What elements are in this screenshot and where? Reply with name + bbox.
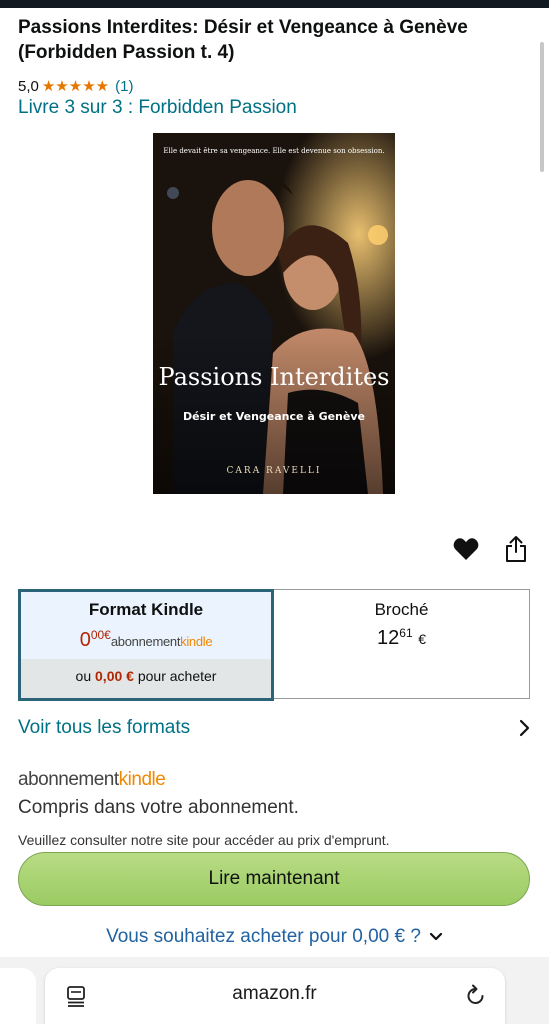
cover-author: CARA RAVELLI (226, 466, 322, 476)
book-cover-image[interactable]: Elle devait être sa vengeance. Elle est … (153, 133, 395, 494)
format-paperback-name: Broché (374, 600, 429, 619)
chevron-down-icon (429, 932, 442, 941)
cover-subtitle: Désir et Vengeance à Genève (183, 410, 365, 423)
see-all-formats-link[interactable]: Voir tous les formats (18, 715, 530, 741)
format-kindle-option[interactable]: Format Kindle 000€abonnementkindle ou 0,… (18, 589, 274, 701)
included-in-subscription-text: Compris dans votre abonnement. (18, 797, 299, 818)
buy-for-price-toggle[interactable]: Vous souhaitez acheter pour 0,00 € ? (0, 926, 549, 948)
star-rating-icon: ★★★★★ (41, 78, 110, 95)
format-selector: Format Kindle 000€abonnementkindle ou 0,… (18, 589, 530, 701)
cover-title: Passions Interdites (158, 363, 390, 391)
format-paperback-option[interactable]: Broché 1261 € (274, 590, 529, 698)
cover-tagline: Elle devait être sa vengeance. Elle est … (163, 147, 385, 155)
heart-icon[interactable] (453, 537, 479, 561)
kindle-unlimited-logo-large: abonnementkindle (18, 769, 166, 790)
borrow-price-notice: Veuillez consulter notre site pour accéd… (18, 832, 390, 848)
rating-row[interactable]: 5,0 ★★★★★ (1) (18, 76, 133, 96)
format-kindle-price: 000€abonnementkindle (79, 628, 213, 651)
reload-icon[interactable] (466, 984, 486, 1006)
rating-count-link[interactable]: (1) (115, 78, 133, 95)
format-paperback-price: 1261 € (377, 626, 426, 649)
product-title: Passions Interdites: Désir et Vengeance … (18, 17, 468, 63)
format-kindle-buy-price: ou 0,00 € pour acheter (21, 659, 271, 698)
rating-value: 5,0 (18, 77, 39, 95)
scrollbar[interactable] (540, 42, 544, 172)
series-link[interactable]: Livre 3 sur 3 : Forbidden Passion (18, 97, 297, 119)
see-all-formats-label: Voir tous les formats (18, 717, 191, 738)
cover-art (153, 133, 395, 494)
buy-for-price-label: Vous souhaitez acheter pour 0,00 € ? (106, 926, 421, 947)
kindle-unlimited-logo: abonnementkindle (110, 634, 213, 649)
read-now-button[interactable]: Lire maintenant (18, 852, 530, 906)
chevron-right-icon (519, 719, 530, 737)
format-kindle-name: Format Kindle (88, 600, 204, 619)
top-status-strip (0, 0, 549, 8)
share-icon[interactable] (505, 535, 527, 563)
